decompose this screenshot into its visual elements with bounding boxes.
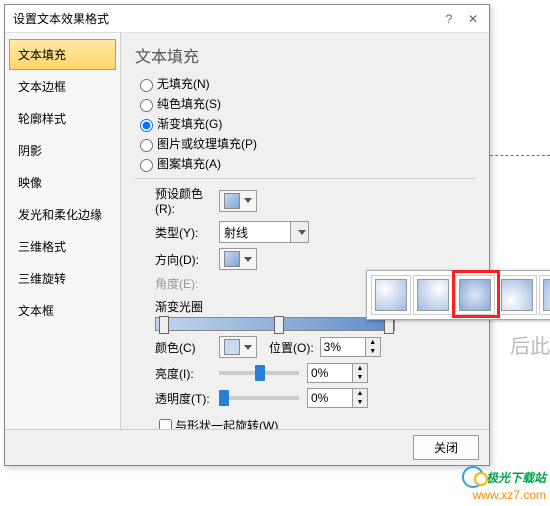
chevron-down-icon [244, 257, 252, 262]
bg-placeholder-text: 后此 [510, 330, 550, 359]
watermark-brand: 极光下载站 [486, 469, 546, 486]
sidebar-item-glow-soft-edges[interactable]: 发光和柔化边缘 [9, 199, 116, 230]
sidebar-item-reflection[interactable]: 映像 [9, 167, 116, 198]
radio-gradient-fill-label[interactable]: 渐变填充(G) [157, 115, 222, 132]
direction-swatch-icon [417, 279, 449, 311]
slider-thumb[interactable] [255, 365, 265, 381]
category-sidebar: 文本填充 文本边框 轮廓样式 阴影 映像 发光和柔化边缘 三维格式 三维旋转 文… [5, 33, 121, 429]
direction-dropdown[interactable] [219, 248, 257, 270]
sidebar-item-textbox[interactable]: 文本框 [9, 295, 116, 326]
type-combobox[interactable] [219, 221, 309, 243]
radio-pattern-fill[interactable] [140, 159, 153, 172]
position-label: 位置(O): [269, 339, 314, 356]
direction-option-1[interactable] [371, 275, 411, 315]
stop-color-dropdown[interactable] [219, 336, 257, 358]
direction-option-2[interactable] [413, 275, 453, 315]
color-label: 颜色(C) [135, 339, 219, 356]
close-button[interactable]: ✕ [461, 9, 485, 29]
position-input[interactable] [321, 339, 365, 355]
brightness-label: 亮度(I): [135, 365, 219, 382]
spinner-up-button[interactable]: ▲ [366, 338, 380, 347]
brightness-slider[interactable] [219, 371, 299, 375]
close-dialog-button[interactable]: 关闭 [413, 435, 479, 460]
gradient-stops-slider[interactable] [155, 317, 395, 331]
direction-option-5[interactable] [539, 275, 550, 315]
direction-swatch-icon [375, 279, 407, 311]
radio-picture-fill[interactable] [140, 139, 153, 152]
transparency-input[interactable] [308, 390, 352, 406]
type-value-input[interactable] [220, 223, 290, 241]
type-label: 类型(Y): [135, 224, 219, 241]
brightness-input[interactable] [308, 365, 352, 381]
brightness-spinner[interactable]: ▲▼ [307, 363, 368, 383]
transparency-spinner[interactable]: ▲▼ [307, 388, 368, 408]
radio-no-fill[interactable] [140, 79, 153, 92]
angle-label: 角度(E): [135, 275, 219, 292]
direction-swatch-icon [501, 279, 533, 311]
radio-solid-fill[interactable] [140, 99, 153, 112]
chevron-down-icon [298, 230, 306, 235]
radio-picture-fill-label[interactable]: 图片或纹理填充(P) [157, 135, 257, 152]
radio-pattern-fill-label[interactable]: 图案填充(A) [157, 155, 221, 172]
chevron-down-icon [244, 345, 252, 350]
watermark-logo-icon [462, 466, 484, 488]
transparency-slider[interactable] [219, 396, 299, 400]
slider-thumb[interactable] [219, 390, 229, 406]
spinner-down-button[interactable]: ▼ [353, 373, 367, 382]
spinner-down-button[interactable]: ▼ [366, 347, 380, 356]
direction-option-4[interactable] [497, 275, 537, 315]
watermark: 极光下载站 www.xz7.com [462, 466, 546, 502]
bg-ruler-dashed-1 [490, 155, 550, 156]
preset-color-swatch-icon [224, 193, 240, 209]
direction-swatch-icon [543, 279, 550, 311]
dialog-footer: 关闭 [5, 429, 489, 465]
preset-colors-label: 预设颜色(R): [135, 185, 219, 216]
panel-heading: 文本填充 [135, 43, 475, 67]
format-text-effects-dialog: 设置文本效果格式 ? ✕ 文本填充 文本边框 轮廓样式 阴影 映像 发光和柔化边… [4, 4, 490, 466]
stop-color-swatch-icon [224, 339, 240, 355]
sidebar-item-text-fill[interactable]: 文本填充 [9, 39, 116, 70]
radio-no-fill-label[interactable]: 无填充(N) [157, 75, 210, 92]
chevron-down-icon [244, 198, 252, 203]
gradient-stop-thumb[interactable] [274, 316, 284, 334]
preset-colors-dropdown[interactable] [219, 190, 257, 212]
sidebar-item-3d-format[interactable]: 三维格式 [9, 231, 116, 262]
dialog-title: 设置文本效果格式 [13, 10, 437, 27]
content-panel: 文本填充 无填充(N) 纯色填充(S) 渐变填充(G) 图片或纹理填充(P) 图… [121, 33, 489, 429]
gradient-stop-thumb[interactable] [159, 316, 169, 334]
transparency-label: 透明度(T): [135, 390, 219, 407]
radio-solid-fill-label[interactable]: 纯色填充(S) [157, 95, 221, 112]
sidebar-item-3d-rotation[interactable]: 三维旋转 [9, 263, 116, 294]
sidebar-item-text-outline[interactable]: 文本边框 [9, 71, 116, 102]
position-spinner[interactable]: ▲▼ [320, 337, 381, 357]
annotation-highlight [452, 270, 500, 318]
sidebar-item-outline-style[interactable]: 轮廓样式 [9, 103, 116, 134]
spinner-up-button[interactable]: ▲ [353, 364, 367, 373]
help-button[interactable]: ? [437, 9, 461, 29]
type-dropdown-button[interactable] [290, 222, 308, 242]
watermark-url: www.xz7.com [462, 488, 546, 502]
radio-gradient-fill[interactable] [140, 119, 153, 132]
direction-label: 方向(D): [135, 251, 219, 268]
sidebar-item-shadow[interactable]: 阴影 [9, 135, 116, 166]
divider [135, 178, 475, 179]
spinner-down-button[interactable]: ▼ [353, 398, 367, 407]
spinner-up-button[interactable]: ▲ [353, 389, 367, 398]
direction-swatch-icon [224, 251, 240, 267]
titlebar[interactable]: 设置文本效果格式 ? ✕ [5, 5, 489, 33]
